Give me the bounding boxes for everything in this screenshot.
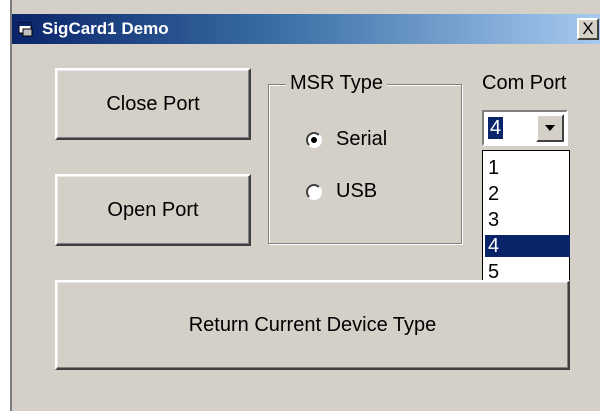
dropdown-item-selected[interactable]: 4 (485, 235, 570, 257)
radio-serial[interactable]: Serial (306, 128, 387, 151)
dropdown-item[interactable]: 1 (485, 157, 570, 179)
dropdown-item[interactable]: 2 (485, 183, 570, 205)
app-window-icon (18, 21, 34, 37)
radio-usb[interactable]: USB (306, 180, 377, 203)
radio-serial-label: Serial (336, 128, 388, 150)
close-port-button[interactable]: Close Port (55, 68, 251, 140)
return-device-type-button[interactable]: Return Current Device Type (55, 280, 570, 370)
app-window: SigCard1 Demo X Close Port Open Port MSR… (0, 0, 600, 411)
com-port-select[interactable]: 4 (482, 110, 568, 146)
return-device-type-label: Return Current Device Type (188, 313, 437, 336)
radio-usb-control[interactable] (306, 183, 322, 200)
com-port-selected-value: 4 (488, 117, 504, 139)
radio-usb-label: USB (336, 180, 378, 202)
close-port-label: Close Port (106, 92, 200, 115)
msr-type-group (268, 84, 462, 244)
radio-serial-control[interactable] (306, 131, 322, 148)
window-left-edge (0, 0, 12, 411)
window-title: SigCard1 Demo (42, 19, 169, 38)
open-port-button[interactable]: Open Port (55, 174, 251, 246)
com-port-label: Com Port (482, 72, 567, 94)
open-port-label: Open Port (107, 198, 199, 221)
combo-dropdown-button[interactable] (536, 114, 564, 142)
dropdown-item[interactable]: 3 (485, 209, 570, 231)
chevron-down-icon (545, 125, 555, 131)
title-bar[interactable]: SigCard1 Demo X (12, 14, 600, 44)
msr-type-label: MSR Type (286, 72, 387, 95)
close-window-button[interactable]: X (577, 18, 599, 40)
